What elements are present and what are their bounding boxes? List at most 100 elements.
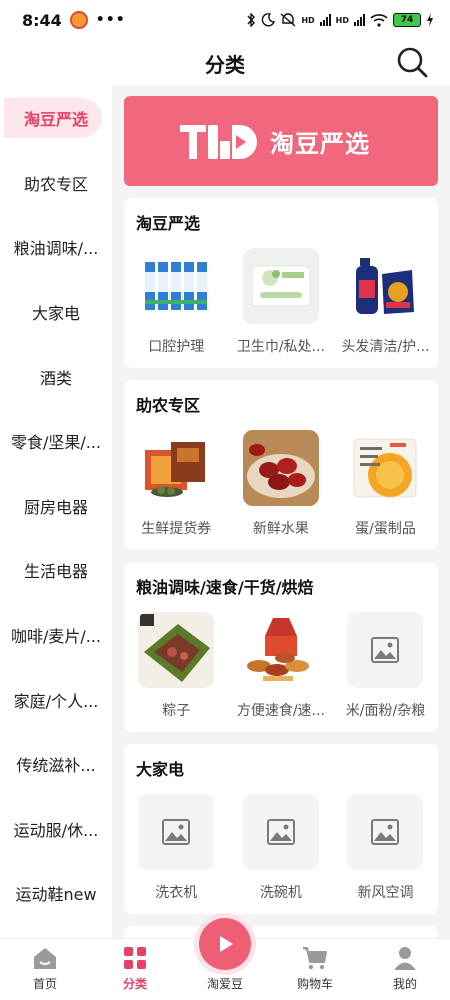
category-item-label: 洗碗机: [259, 885, 302, 901]
image-placeholder-icon: [347, 612, 424, 688]
gift-box-image: [138, 430, 215, 506]
section-title: 淘豆严选: [136, 214, 201, 233]
category-item-label: 新鲜水果: [252, 521, 309, 537]
category-item-label: 卫生巾/私处...: [236, 339, 325, 355]
section-alcohol: 酒类: [124, 926, 438, 938]
category-item-label: 蛋/蛋制品: [355, 521, 416, 537]
signal-icon-2: [354, 14, 365, 26]
section-large-appliances: 大家电 洗衣机 洗碗机 新风空调: [124, 744, 438, 914]
category-item-zongzi[interactable]: 粽子: [124, 612, 229, 720]
section-items: 洗衣机 洗碗机 新风空调: [124, 794, 438, 902]
category-item-sanitary[interactable]: 卫生巾/私处...: [229, 248, 334, 356]
moon-icon: [262, 13, 276, 27]
category-item-fresh-air-ac[interactable]: 新风空调: [333, 794, 438, 902]
category-item-label: 生鲜提货券: [141, 521, 212, 537]
section-title: 助农专区: [136, 396, 201, 415]
category-item-label: 头发清洁/护...: [341, 339, 430, 355]
nav-mine[interactable]: 我的: [360, 939, 450, 1000]
category-icon: [124, 947, 146, 969]
image-placeholder-icon: [242, 794, 319, 870]
category-item-hair-care[interactable]: 头发清洁/护...: [333, 248, 438, 356]
user-icon: [394, 947, 416, 970]
page-title: 分类: [205, 52, 245, 77]
sidebar-item-snacks[interactable]: 零食/坚果/...: [0, 409, 112, 474]
sidebar-item-sport-shoes[interactable]: 运动鞋new: [0, 861, 112, 926]
section-agri-zone: 助农专区 生鲜提货券 新鲜水果 蛋/蛋制品: [124, 380, 438, 550]
toothpaste-image: [138, 248, 215, 324]
snack-gift-image: [242, 612, 319, 688]
section-title: 大家电: [136, 760, 185, 779]
nav-label: 购物车: [296, 977, 333, 991]
category-content: 淘豆严选 淘豆严选 口腔护理 卫生巾/私处... 头发清洁/护... 助农专区 …: [112, 86, 450, 938]
status-left: 8:44 •••: [22, 11, 126, 30]
taodou-logo-icon: [180, 125, 257, 159]
sidebar-item-alcohol[interactable]: 酒类: [0, 344, 112, 409]
sidebar-item-large-appliances[interactable]: 大家电: [0, 280, 112, 345]
zongzi-image: [138, 612, 215, 688]
status-time: 8:44: [22, 10, 62, 30]
sidebar-item-sportswear[interactable]: 运动服/休...: [0, 797, 112, 862]
status-bar: 8:44 ••• HD HD 74: [0, 0, 450, 40]
home-icon: [34, 948, 56, 969]
banner-title: 淘豆严选: [270, 129, 370, 158]
search-icon[interactable]: [394, 44, 430, 80]
section-items: 粽子 方便速食/速... 米/面粉/杂粮: [124, 612, 438, 720]
promo-banner[interactable]: 淘豆严选: [124, 96, 438, 186]
charging-icon: [427, 13, 433, 27]
hd-label-2: HD: [335, 15, 349, 25]
sanitary-pad-image: [242, 248, 319, 324]
sidebar-item-agri-zone[interactable]: 助农专区: [0, 151, 112, 216]
category-item-washing-machine[interactable]: 洗衣机: [124, 794, 229, 902]
sidebar-item-household[interactable]: 家庭/个人...: [0, 667, 112, 732]
egg-image: [347, 430, 424, 506]
mute-icon: [280, 13, 296, 27]
nav-label: 分类: [122, 977, 147, 991]
category-item-instant-food[interactable]: 方便速食/速...: [229, 612, 334, 720]
play-icon: [220, 936, 233, 952]
category-sidebar: 淘豆严选 助农专区 粮油调味/... 大家电 酒类 零食/坚果/... 厨房电器…: [0, 86, 112, 938]
nav-label: 我的: [392, 977, 417, 991]
category-item-dishwasher[interactable]: 洗碗机: [229, 794, 334, 902]
status-right: HD HD 74: [246, 13, 434, 27]
sidebar-item-home-appliances[interactable]: 生活电器: [0, 538, 112, 603]
hd-label: HD: [301, 15, 315, 25]
more-notifications-icon: •••: [95, 12, 126, 28]
signal-icon: [319, 14, 331, 26]
category-item-rice-flour[interactable]: 米/面粉/杂粮: [333, 612, 438, 720]
nav-cart[interactable]: 购物车: [270, 939, 360, 1000]
category-item-label: 方便速食/速...: [236, 703, 325, 719]
category-item-eggs[interactable]: 蛋/蛋制品: [333, 430, 438, 538]
jujube-image: [242, 430, 319, 506]
sidebar-item-taodou-select[interactable]: 淘豆严选: [0, 86, 112, 151]
image-placeholder-icon: [138, 794, 215, 870]
play-button[interactable]: [199, 918, 251, 970]
category-item-fresh-voucher[interactable]: 生鲜提货券: [124, 430, 229, 538]
header: 分类: [0, 40, 450, 86]
nav-category[interactable]: 分类: [90, 939, 180, 1000]
image-placeholder-icon: [347, 794, 424, 870]
section-taodou-select: 淘豆严选 口腔护理 卫生巾/私处... 头发清洁/护...: [124, 198, 438, 368]
nav-label: 首页: [32, 977, 57, 991]
sidebar-item-grain-oil[interactable]: 粮油调味/...: [0, 215, 112, 280]
sidebar-item-coffee[interactable]: 咖啡/麦片/...: [0, 603, 112, 668]
section-title: 粮油调味/速食/干货/烘焙: [136, 578, 314, 597]
category-item-label: 口腔护理: [148, 339, 205, 355]
battery-icon: 74: [393, 13, 421, 27]
category-item-label: 粽子: [162, 703, 191, 719]
category-item-label: 米/面粉/杂粮: [345, 703, 426, 719]
wifi-icon: [370, 14, 388, 27]
section-grain-oil: 粮油调味/速食/干货/烘焙 粽子 方便速食/速... 米/面粉/杂粮: [124, 562, 438, 732]
app-notification-icon: [69, 11, 88, 29]
section-items: 生鲜提货券 新鲜水果 蛋/蛋制品: [124, 430, 438, 538]
category-item-label: 新风空调: [357, 885, 414, 901]
category-item-fresh-fruit[interactable]: 新鲜水果: [229, 430, 334, 538]
sidebar-item-tonics[interactable]: 传统滋补...: [0, 732, 112, 797]
section-items: 口腔护理 卫生巾/私处... 头发清洁/护...: [124, 248, 438, 356]
cart-icon: [303, 947, 327, 970]
category-item-oral-care[interactable]: 口腔护理: [124, 248, 229, 356]
sidebar-item-kitchen-appliances[interactable]: 厨房电器: [0, 474, 112, 539]
shampoo-image: [347, 248, 424, 324]
category-item-label: 洗衣机: [155, 885, 198, 901]
bluetooth-icon: [247, 13, 256, 27]
nav-home[interactable]: 首页: [0, 939, 90, 1000]
